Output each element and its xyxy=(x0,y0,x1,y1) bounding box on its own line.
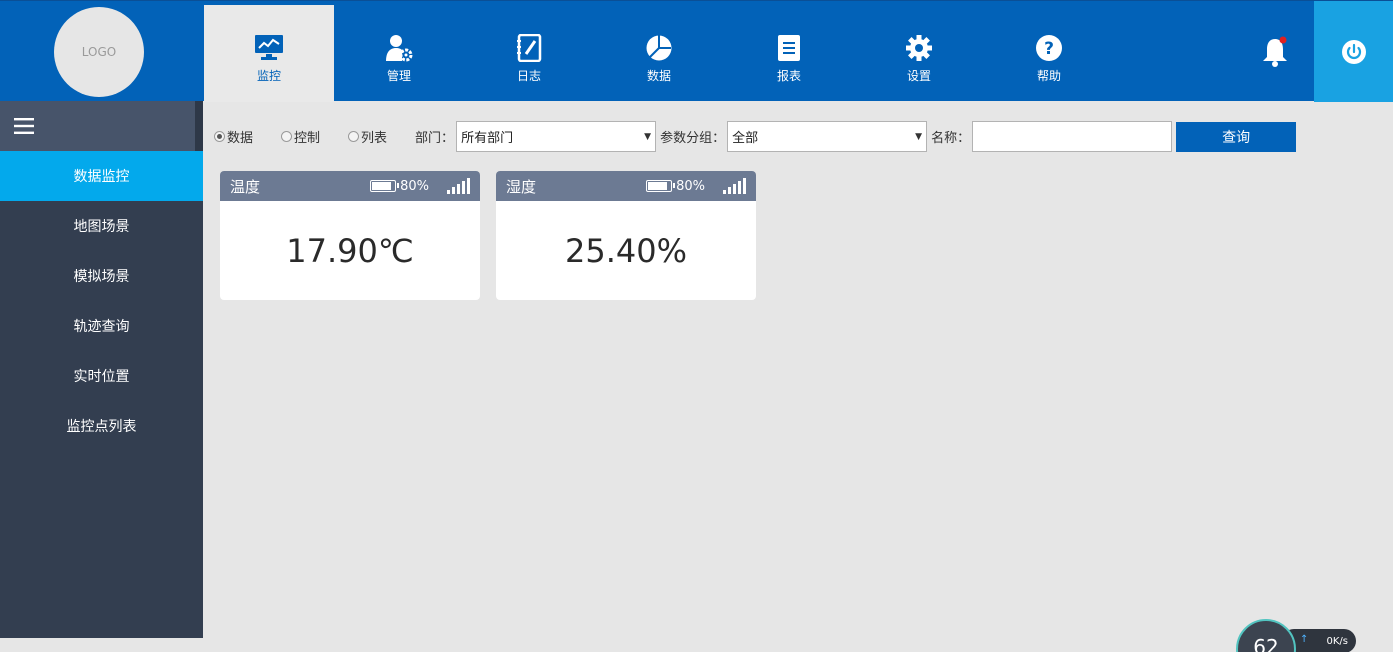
sidebar: 数据监控 地图场景 模拟场景 轨迹查询 实时位置 监控点列表 xyxy=(0,101,203,638)
nav-report[interactable]: 报表 xyxy=(724,1,854,102)
upload-arrow-icon: ↑ xyxy=(1300,634,1309,645)
hamburger-menu-icon[interactable] xyxy=(14,118,34,134)
dropdown-arrow-icon: ▼ xyxy=(644,131,652,142)
nav-log[interactable]: 日志 xyxy=(464,1,594,102)
dropdown-arrow-icon: ▼ xyxy=(915,131,923,142)
speed-widget[interactable]: ↑ 0K/s 62 xyxy=(1236,619,1356,652)
signal-icon xyxy=(723,178,746,194)
pie-chart-icon xyxy=(644,33,674,63)
nav-label: 设置 xyxy=(906,69,931,83)
card-header: 温度 80% xyxy=(220,171,480,201)
nav-help[interactable]: ? 帮助 xyxy=(984,1,1114,102)
nav-label: 日志 xyxy=(516,69,541,83)
sidebar-header xyxy=(0,101,203,151)
query-button[interactable]: 查询 xyxy=(1176,121,1297,152)
radio-label: 数据 xyxy=(227,131,254,146)
speed-gauge: 62 xyxy=(1236,619,1296,652)
nav-label: 报表 xyxy=(776,69,801,83)
svg-text:?: ? xyxy=(1044,39,1054,59)
sidebar-item-map-scene[interactable]: 地图场景 xyxy=(0,201,203,251)
sidebar-item-realtime-location[interactable]: 实时位置 xyxy=(0,351,203,401)
power-button[interactable] xyxy=(1314,1,1393,102)
nav-monitor[interactable]: 监控 xyxy=(204,5,334,102)
sidebar-item-label: 地图场景 xyxy=(73,219,130,235)
filter-bar: 数据 控制 列表 部门： 所有部门 ▼ 参数分组： 全部 ▼ 名称： 查询 xyxy=(214,121,1297,152)
help-icon: ? xyxy=(1034,33,1064,63)
sensor-card-humidity[interactable]: 湿度 80% 25.40% xyxy=(496,171,756,300)
radio-label: 控制 xyxy=(294,131,321,146)
logo: LOGO xyxy=(54,7,144,97)
radio-dot[interactable] xyxy=(281,131,293,142)
nav-label: 监控 xyxy=(256,69,281,83)
speed-value: 62 xyxy=(1253,635,1279,652)
radio-dot[interactable] xyxy=(214,131,225,142)
sidebar-item-track-query[interactable]: 轨迹查询 xyxy=(0,301,203,351)
radio-data[interactable]: 数据 xyxy=(214,127,253,146)
department-label: 部门： xyxy=(415,131,455,146)
sidebar-item-label: 模拟场景 xyxy=(73,269,130,285)
battery-level: 80% xyxy=(676,178,705,194)
nav-label: 管理 xyxy=(386,69,411,83)
name-input[interactable] xyxy=(972,121,1173,152)
card-value: 17.90℃ xyxy=(286,231,414,270)
card-title: 温度 xyxy=(230,177,261,196)
radio-list[interactable]: 列表 xyxy=(348,127,387,146)
power-icon xyxy=(1341,39,1366,64)
group-label: 参数分组： xyxy=(660,131,726,146)
main-nav: 监控 管理 日志 数据 报表 设置 ? 帮助 xyxy=(204,1,1114,102)
card-header: 湿度 80% xyxy=(496,171,756,201)
battery-level: 80% xyxy=(400,178,429,194)
radio-label: 列表 xyxy=(361,131,388,146)
speed-rate: 0K/s xyxy=(1326,635,1349,647)
card-status: 80% xyxy=(646,171,746,201)
sidebar-item-label: 监控点列表 xyxy=(66,419,137,435)
card-title: 湿度 xyxy=(506,177,537,196)
group-value: 全部 xyxy=(732,131,759,146)
report-icon xyxy=(774,33,804,63)
top-bar: LOGO 监控 管理 日志 数据 报表 设置 ? 帮助 xyxy=(0,0,1393,102)
nav-settings[interactable]: 设置 xyxy=(854,1,984,102)
department-value: 所有部门 xyxy=(461,131,514,146)
department-select[interactable]: 所有部门 ▼ xyxy=(456,121,657,152)
group-select[interactable]: 全部 ▼ xyxy=(727,121,928,152)
radio-control[interactable]: 控制 xyxy=(281,127,320,146)
notification-bell-icon[interactable] xyxy=(1259,35,1291,69)
gear-icon xyxy=(904,33,934,63)
sidebar-item-label: 数据监控 xyxy=(73,169,130,185)
sidebar-item-data-monitor[interactable]: 数据监控 xyxy=(0,151,203,201)
radio-dot[interactable] xyxy=(348,131,360,142)
monitor-icon xyxy=(254,33,284,63)
user-gear-icon xyxy=(384,33,414,63)
sidebar-item-monitor-point-list[interactable]: 监控点列表 xyxy=(0,401,203,451)
sidebar-item-simulated-scene[interactable]: 模拟场景 xyxy=(0,251,203,301)
nav-data[interactable]: 数据 xyxy=(594,1,724,102)
sensor-card-temperature[interactable]: 温度 80% 17.90℃ xyxy=(220,171,480,300)
battery-icon xyxy=(646,180,676,192)
card-value: 25.40% xyxy=(564,231,687,270)
nav-label: 数据 xyxy=(646,69,671,83)
name-label: 名称： xyxy=(931,131,971,146)
sidebar-item-label: 轨迹查询 xyxy=(73,319,130,335)
signal-icon xyxy=(447,178,470,194)
sidebar-item-label: 实时位置 xyxy=(73,369,130,385)
notebook-icon xyxy=(514,33,544,63)
nav-label: 帮助 xyxy=(1036,69,1061,83)
nav-manage[interactable]: 管理 xyxy=(334,1,464,102)
logo-area: LOGO xyxy=(0,1,200,102)
card-status: 80% xyxy=(370,171,470,201)
battery-icon xyxy=(370,180,400,192)
